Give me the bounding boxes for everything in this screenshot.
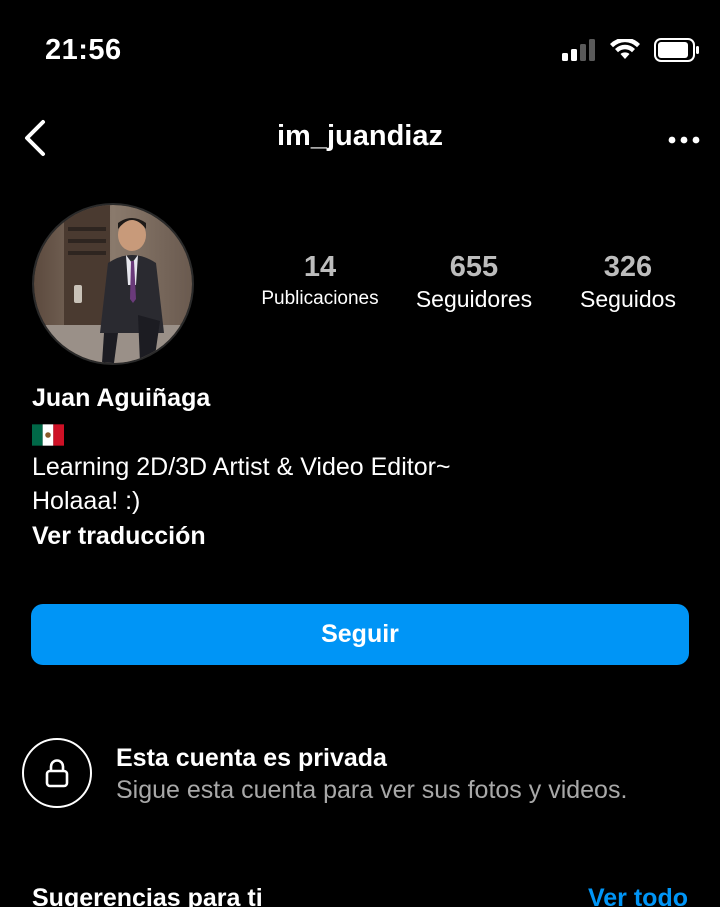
profile-username: im_juandiaz (277, 120, 443, 152)
status-bar: 21:56 (0, 0, 720, 100)
bio-line: Learning 2D/3D Artist & Video Editor~ (32, 453, 451, 481)
profile-bio: Juan Aguiñaga Learning 2D/3D Artist & Vi… (32, 380, 692, 554)
stat-following[interactable]: 326 Seguidos (560, 250, 696, 314)
wifi-icon (610, 39, 640, 59)
following-count: 326 (603, 251, 653, 283)
see-translation-link[interactable]: Ver traducción (32, 518, 692, 554)
status-icons (562, 38, 700, 62)
suggestions-header: Sugerencias para ti Ver todo (0, 878, 720, 907)
private-title: Esta cuenta es privada (116, 744, 387, 772)
private-subtitle: Sigue esta cuenta para ver sus fotos y v… (116, 776, 628, 804)
status-time: 21:56 (45, 34, 122, 66)
see-all-link[interactable]: Ver todo (588, 884, 688, 907)
mexico-flag-icon (32, 420, 692, 450)
bio-line: Holaaa! :) (32, 487, 141, 515)
followers-label: Seguidores (415, 286, 533, 312)
following-label: Seguidos (580, 286, 676, 312)
lock-icon-circle (22, 738, 92, 808)
avatar-photo (34, 205, 192, 363)
follow-button[interactable]: Seguir (31, 604, 689, 665)
profile-header: im_juandiaz (0, 100, 720, 180)
lock-icon (45, 759, 69, 788)
stat-posts[interactable]: 14 Publicaciones (250, 250, 390, 314)
posts-label: Publicaciones (261, 288, 379, 309)
followers-count: 655 (449, 251, 499, 283)
flag-graphic (32, 424, 64, 446)
profile-avatar[interactable] (32, 203, 194, 365)
more-horizontal-icon (668, 136, 700, 144)
profile-full-name: Juan Aguiñaga (32, 384, 211, 412)
battery-icon (654, 38, 699, 62)
more-options-button[interactable] (664, 122, 704, 158)
suggestions-title: Sugerencias para ti (32, 884, 263, 907)
posts-count: 14 (303, 251, 337, 283)
cellular-signal-icon (562, 39, 595, 61)
stat-followers[interactable]: 655 Seguidores (404, 250, 544, 314)
